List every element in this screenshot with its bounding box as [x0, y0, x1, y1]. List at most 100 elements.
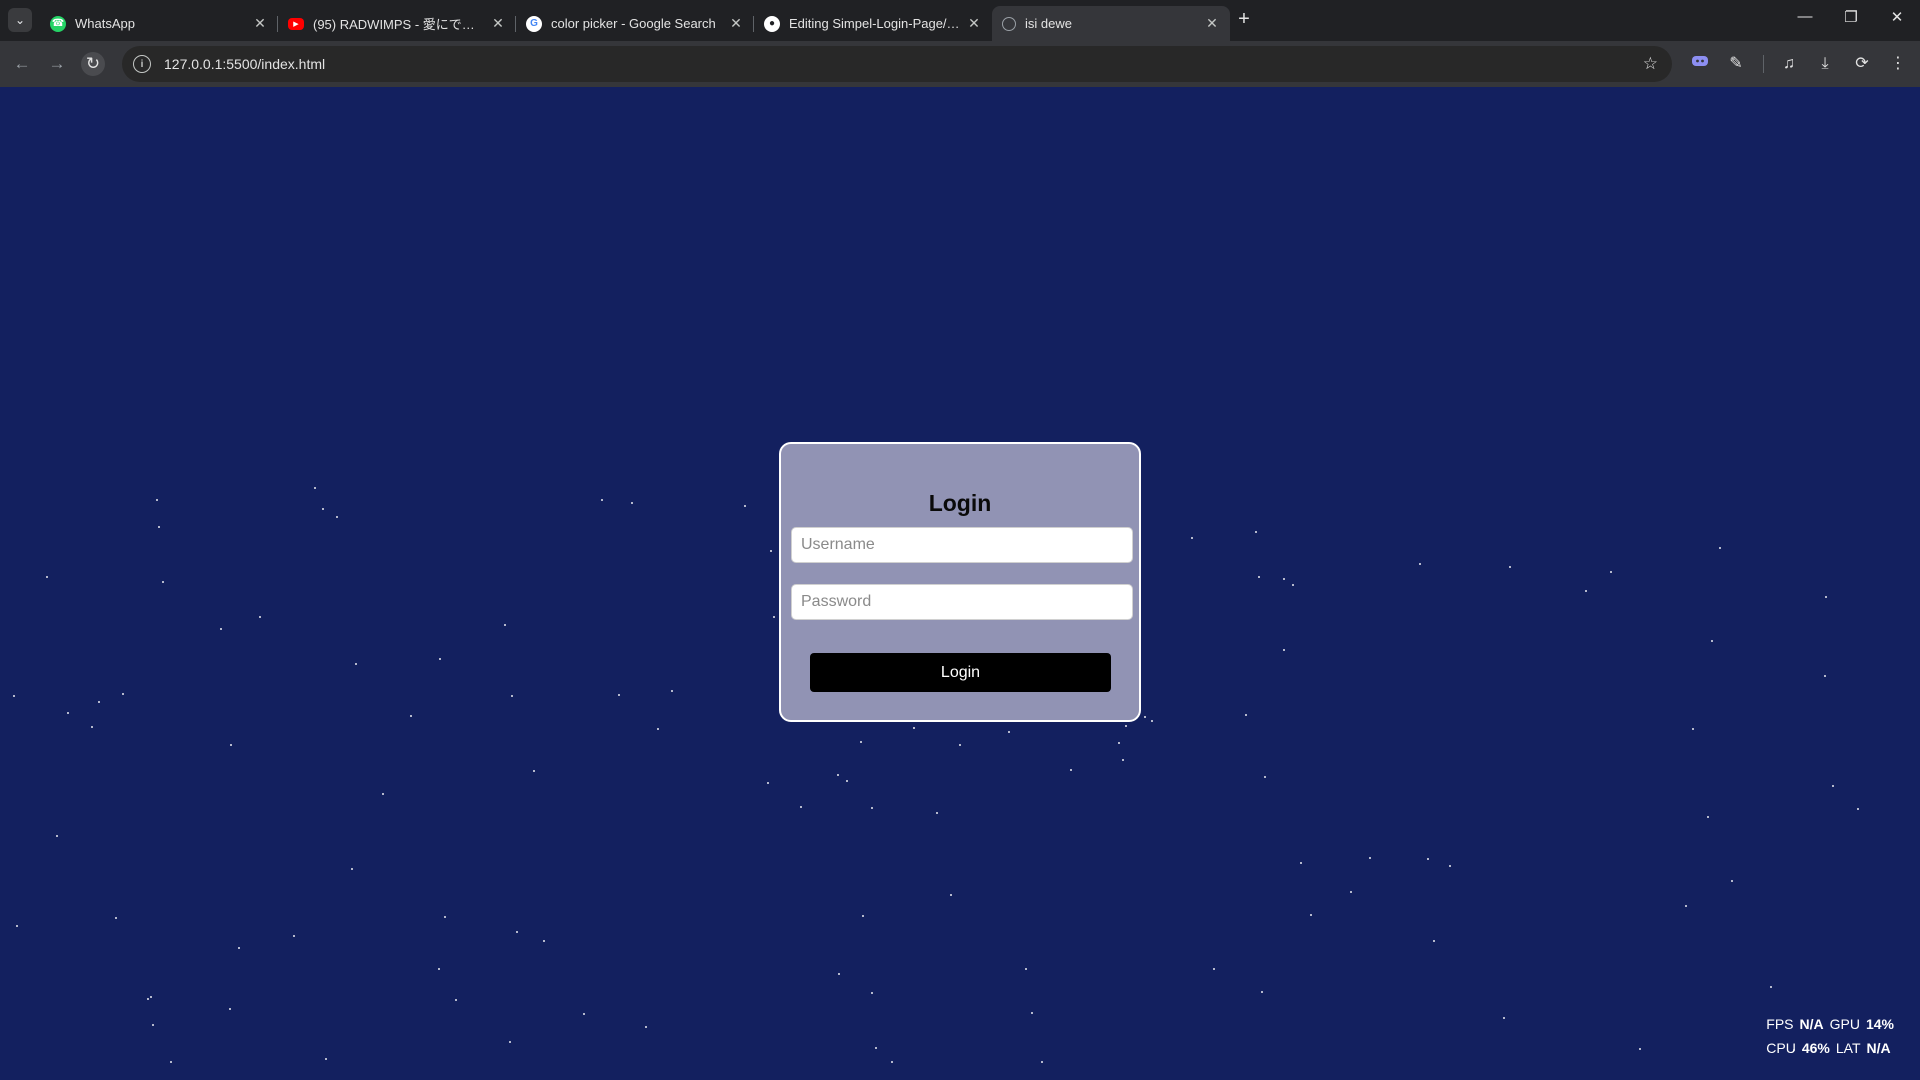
star-dot	[1731, 880, 1733, 882]
bookmark-star-icon[interactable]: ☆	[1643, 54, 1658, 74]
reload-button[interactable]: ↻	[81, 52, 105, 76]
login-title: Login	[928, 490, 992, 516]
restore-button[interactable]: ❐	[1841, 8, 1861, 26]
password-input[interactable]	[791, 584, 1133, 620]
star-dot	[601, 499, 603, 501]
globe-icon	[1002, 16, 1016, 31]
star-dot	[56, 835, 58, 837]
star-dot	[1191, 537, 1193, 539]
star-dot	[98, 701, 100, 703]
star-dot	[314, 487, 316, 489]
tab-google-search[interactable]: G color picker - Google Search ✕	[516, 6, 754, 41]
star-dot	[509, 1041, 511, 1043]
star-dot	[846, 780, 848, 782]
new-tab-button[interactable]: +	[1232, 8, 1256, 31]
site-info-icon[interactable]: i	[133, 55, 151, 73]
star-dot	[162, 581, 164, 583]
star-dot	[122, 693, 124, 695]
close-icon[interactable]: ✕	[966, 15, 982, 32]
star-dot	[351, 868, 353, 870]
close-icon[interactable]: ✕	[728, 15, 744, 32]
tab-github[interactable]: ● Editing Simpel-Login-Page/README.md ✕	[754, 6, 992, 41]
media-controls-icon[interactable]: ♫	[1778, 53, 1800, 75]
tab-search-button[interactable]: ⌄	[8, 8, 32, 32]
star-dot	[871, 807, 873, 809]
browser-toolbar: ← → ↻ i 127.0.0.1:5500/index.html ☆ ✎ ♫ …	[0, 41, 1920, 87]
back-button[interactable]: ←	[10, 52, 34, 76]
star-dot	[1369, 857, 1371, 859]
star-dot	[770, 550, 772, 552]
star-dot	[1719, 547, 1721, 549]
reload-icon: ↻	[85, 54, 101, 73]
star-dot	[1008, 731, 1010, 733]
star-dot	[618, 694, 620, 696]
star-dot	[913, 727, 915, 729]
star-dot	[336, 516, 338, 518]
star-dot	[438, 968, 440, 970]
star-dot	[156, 499, 158, 501]
star-dot	[1264, 776, 1266, 778]
window-close-button[interactable]: ✕	[1887, 8, 1907, 26]
star-dot	[1255, 531, 1257, 533]
star-dot	[91, 726, 93, 728]
minimize-button[interactable]: —	[1795, 8, 1815, 25]
star-dot	[1261, 991, 1263, 993]
star-dot	[511, 695, 513, 697]
restore-icon: ❐	[1844, 9, 1858, 26]
star-dot	[1692, 728, 1694, 730]
star-dot	[1213, 968, 1215, 970]
star-dot	[1310, 914, 1312, 916]
star-dot	[158, 526, 160, 528]
star-dot	[936, 812, 938, 814]
star-dot	[1245, 714, 1247, 716]
star-dot	[1144, 716, 1146, 718]
star-dot	[744, 505, 746, 507]
star-dot	[862, 915, 864, 917]
tab-strip: ⌄ ☎ WhatsApp ✕ ▶ (95) RADWIMPS - 愛にできること…	[0, 0, 1920, 41]
gpu-label: GPU	[1829, 1016, 1860, 1032]
star-dot	[1122, 759, 1124, 761]
discord-extension-icon[interactable]	[1689, 53, 1711, 75]
chevron-down-icon: ⌄	[14, 13, 26, 27]
star-dot	[1427, 858, 1429, 860]
star-dot	[259, 616, 261, 618]
star-dot	[229, 1008, 231, 1010]
star-dot	[1685, 905, 1687, 907]
extensions-icon[interactable]: ✎	[1725, 53, 1747, 75]
close-icon[interactable]: ✕	[252, 15, 268, 32]
tab-title: (95) RADWIMPS - 愛にできることはまだあるかい	[313, 17, 484, 32]
login-button[interactable]: Login	[810, 653, 1111, 692]
star-dot	[150, 996, 152, 998]
star-dot	[533, 770, 535, 772]
star-dot	[1824, 675, 1826, 677]
close-icon[interactable]: ✕	[490, 15, 506, 32]
star-dot	[16, 925, 18, 927]
minimize-icon: —	[1797, 8, 1813, 25]
star-dot	[1585, 590, 1587, 592]
star-dot	[1070, 769, 1072, 771]
star-dot	[1258, 576, 1260, 578]
profile-icon[interactable]: ⟳	[1851, 53, 1873, 75]
download-icon[interactable]: ⤓	[1814, 53, 1836, 75]
cpu-value: 46%	[1801, 1040, 1830, 1056]
tab-whatsapp[interactable]: ☎ WhatsApp ✕	[40, 6, 278, 41]
tab-youtube[interactable]: ▶ (95) RADWIMPS - 愛にできることはまだあるかい ✕	[278, 6, 516, 41]
star-dot	[1031, 1012, 1033, 1014]
url-text: 127.0.0.1:5500/index.html	[164, 56, 326, 72]
more-menu-icon[interactable]: ⋮	[1887, 53, 1909, 75]
forward-button[interactable]: →	[45, 52, 69, 76]
star-dot	[46, 576, 48, 578]
star-dot	[1503, 1017, 1505, 1019]
performance-overlay: FPS N/A GPU 14% CPU 46% LAT N/A	[1766, 1012, 1900, 1060]
address-bar[interactable]: i 127.0.0.1:5500/index.html ☆	[122, 46, 1672, 82]
star-dot	[1118, 742, 1120, 744]
username-input[interactable]	[791, 527, 1133, 563]
star-dot	[325, 1058, 327, 1060]
tab-isi-dewe[interactable]: isi dewe ✕	[992, 6, 1230, 41]
close-icon[interactable]: ✕	[1204, 15, 1220, 32]
star-dot	[631, 502, 633, 504]
star-dot	[1125, 725, 1127, 727]
star-dot	[645, 1026, 647, 1028]
star-dot	[1610, 571, 1612, 573]
star-dot	[671, 690, 673, 692]
